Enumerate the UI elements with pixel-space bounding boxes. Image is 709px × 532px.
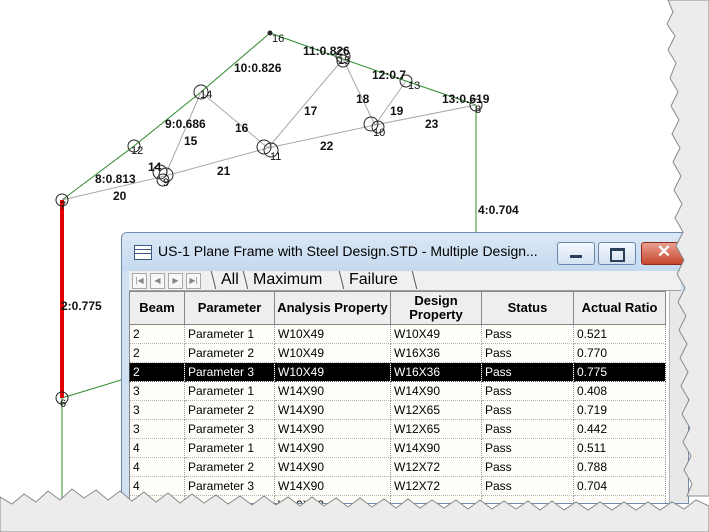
torn-edge-bottom [0,488,709,532]
torn-edge-right [666,0,709,497]
torn-edge [0,0,709,532]
